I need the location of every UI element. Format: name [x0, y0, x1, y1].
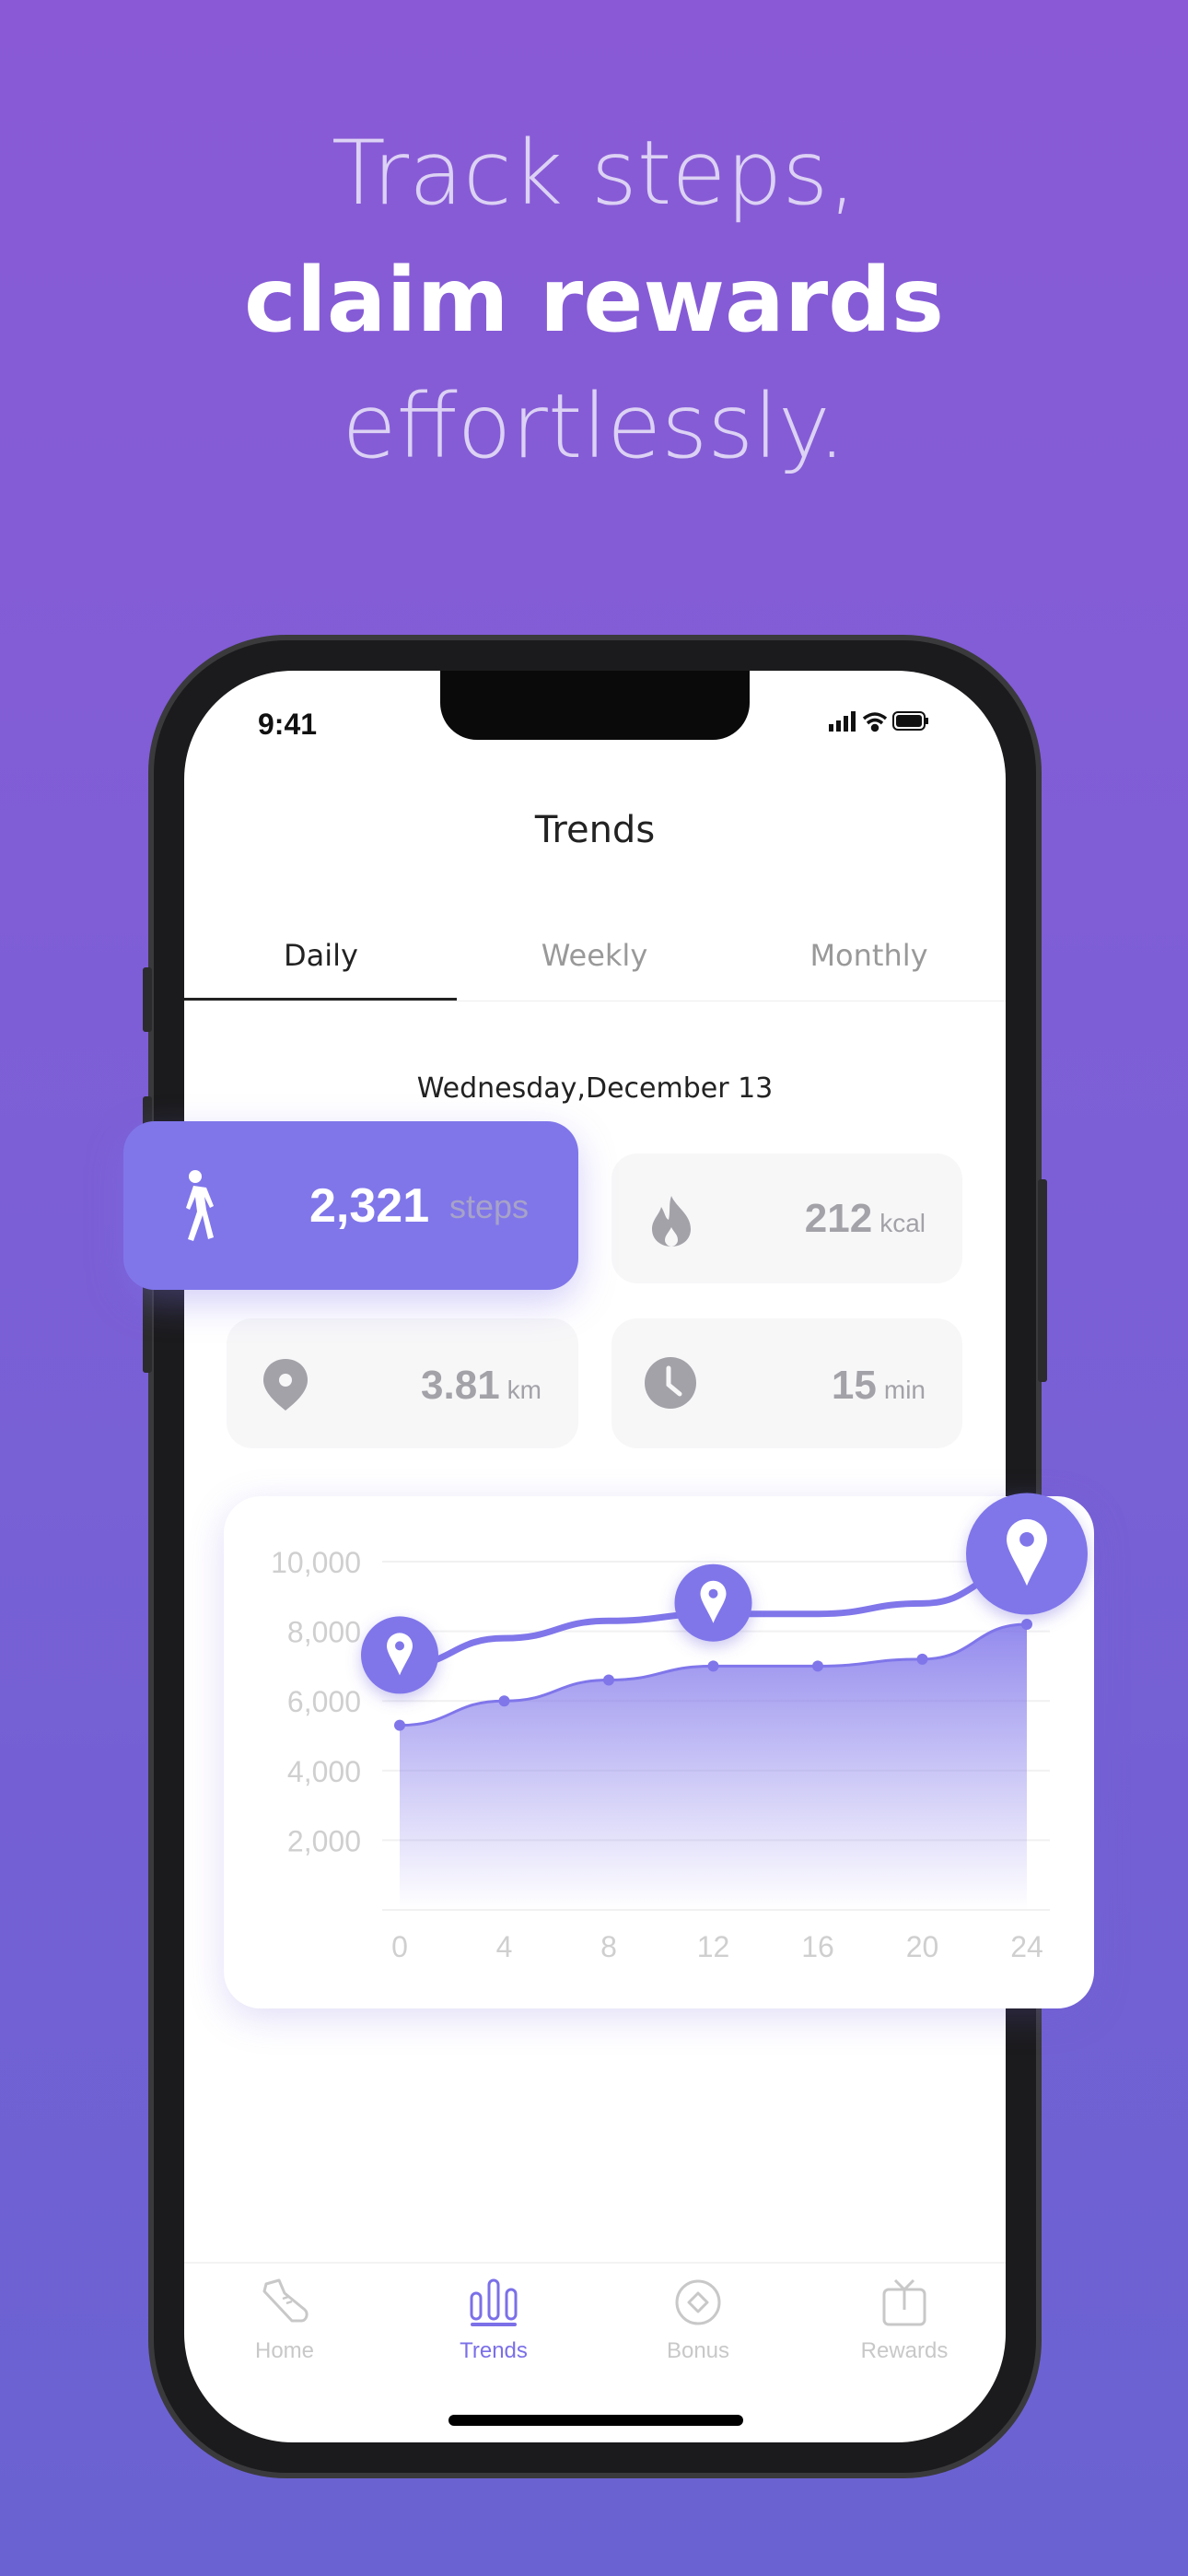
pin-dot	[708, 1588, 718, 1598]
x-tick-label: 4	[496, 1930, 513, 1963]
data-point	[603, 1674, 614, 1686]
clock-icon	[645, 1357, 696, 1409]
active-tab-indicator	[184, 998, 457, 1001]
wifi-icon	[862, 712, 888, 732]
steps-chart-card: 2,000 4,000 6,000 8,000 10,000 0 4 8 12 16 20 24	[224, 1493, 1094, 2008]
duration-card: 15 min	[611, 1318, 962, 1448]
steps-card: 2,321 steps	[123, 1121, 578, 1290]
steps-chart: 2,000 4,000 6,000 8,000 10,000 0 4 8 12 16 20 24	[271, 1493, 1088, 1963]
x-tick-label: 8	[600, 1930, 617, 1963]
phone-power-button	[1038, 1179, 1047, 1382]
data-point	[394, 1719, 405, 1731]
tab-monthly[interactable]: Monthly	[732, 938, 1006, 973]
nav-trends[interactable]: Trends	[402, 2278, 586, 2364]
y-tick-label: 8,000	[287, 1616, 361, 1649]
data-point	[707, 1660, 719, 1672]
distance-card: 3.81 km	[227, 1318, 578, 1448]
x-tick-label: 0	[391, 1930, 408, 1963]
phone-mute-button	[143, 967, 152, 1032]
y-tick-label: 2,000	[287, 1824, 361, 1857]
data-point	[498, 1695, 510, 1707]
y-tick-label: 6,000	[287, 1685, 361, 1718]
headline-line-3: effortlessly.	[342, 375, 846, 478]
headline-line-1: Track steps,	[332, 122, 856, 225]
bar-chart-icon	[470, 2278, 518, 2326]
calories-unit: kcal	[879, 1209, 926, 1237]
y-tick-label: 4,000	[287, 1755, 361, 1788]
nav-bonus[interactable]: Bonus	[606, 2278, 790, 2364]
nav-rewards[interactable]: Rewards	[812, 2278, 996, 2364]
x-tick-label: 20	[906, 1930, 939, 1963]
steps-value: 2,321	[309, 1179, 430, 1233]
date-label: Wednesday,December 13	[416, 1072, 774, 1105]
signal-icon	[829, 711, 856, 732]
steps-unit: steps	[449, 1188, 530, 1225]
home-indicator	[448, 2415, 743, 2426]
headline-line-2: claim rewards	[243, 249, 945, 352]
calories-value: 212	[804, 1196, 873, 1241]
nav-trends-label: Trends	[460, 2338, 528, 2363]
flame-icon	[652, 1196, 691, 1247]
battery-icon	[892, 711, 928, 731]
nav-bonus-label: Bonus	[666, 2338, 730, 2363]
nav-home-label: Home	[254, 2338, 315, 2363]
nav-rewards-label: Rewards	[860, 2338, 949, 2363]
notch	[440, 671, 750, 740]
distance-value: 3.81	[421, 1363, 500, 1408]
data-point	[812, 1660, 823, 1672]
pin-dot	[395, 1641, 404, 1651]
status-icons	[829, 711, 928, 732]
tab-daily[interactable]: Daily	[184, 938, 458, 973]
tab-bar-divider	[184, 2262, 1006, 2264]
pin-dot	[1019, 1531, 1034, 1547]
x-tick-label: 12	[697, 1930, 730, 1963]
x-tick-label: 24	[1010, 1930, 1043, 1963]
coin-icon	[675, 2279, 721, 2325]
nav-home[interactable]: Home	[192, 2278, 377, 2364]
duration-unit: min	[883, 1376, 926, 1404]
y-tick-label: 10,000	[271, 1546, 361, 1579]
status-time: 9:41	[258, 708, 318, 741]
page-title: Trends	[534, 809, 656, 851]
sneaker-icon	[262, 2278, 309, 2323]
distance-unit: km	[507, 1376, 542, 1404]
data-point	[1021, 1619, 1032, 1631]
calories-card: 212 kcal	[611, 1153, 962, 1283]
gift-tv-icon	[882, 2278, 926, 2326]
x-tick-label: 16	[801, 1930, 834, 1963]
duration-value: 15	[831, 1363, 877, 1408]
walking-icon	[186, 1170, 214, 1241]
location-pin-icon	[263, 1359, 308, 1411]
data-point	[916, 1653, 928, 1665]
tab-weekly[interactable]: Weekly	[458, 938, 731, 973]
